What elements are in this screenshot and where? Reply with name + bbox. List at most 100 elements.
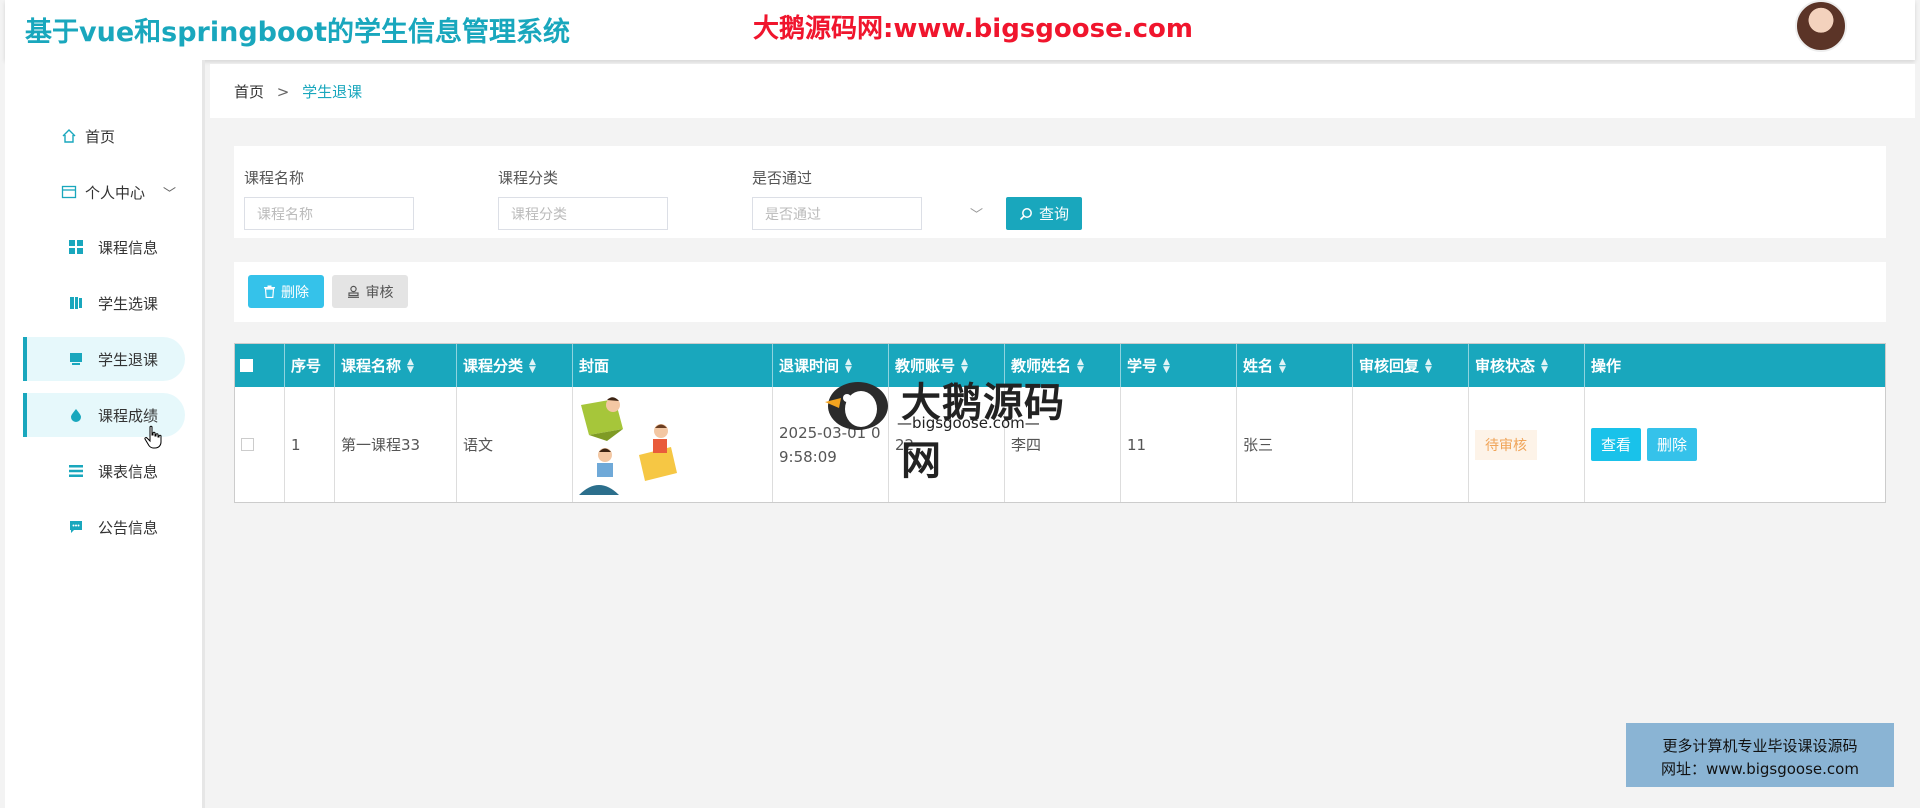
course-name-input[interactable]: 课程名称 — [244, 197, 414, 230]
cell-audit-status: 待审核 — [1469, 387, 1585, 502]
cell-course-name: 第一课程33 — [335, 387, 457, 502]
column-header-audit-reply[interactable]: 审核回复 ▲ ▼ — [1353, 344, 1469, 387]
cell-audit-reply — [1353, 387, 1469, 502]
drop-icon — [68, 407, 84, 423]
book-icon — [68, 295, 84, 311]
flag-icon — [68, 351, 84, 367]
profile-card-icon — [61, 184, 77, 200]
data-table: 序号 课程名称 ▲ ▼ 课程分类 ▲ ▼ 封面 退课时间 ▲ ▼ 教师账号 ▲ ▼ 教师姓名 ▲ ▼… — [234, 343, 1886, 503]
passed-label: 是否通过 — [752, 169, 813, 187]
sidebar-item-label: 个人中心 — [85, 183, 146, 202]
home-icon — [61, 128, 77, 144]
column-header-teacher-account[interactable]: 教师账号 ▲ ▼ — [889, 344, 1005, 387]
course-category-input[interactable]: 课程分类 — [498, 197, 668, 230]
sidebar-item-home[interactable]: 首页 — [23, 114, 185, 158]
sidebar: 首页 个人中心 ﹀ 课程信息 学生选课 学生退课 课程成绩 课表信息 公告信息 — [5, 60, 205, 808]
bulk-delete-button[interactable]: 删除 — [248, 275, 324, 308]
sidebar-item-label: 学生选课 — [98, 294, 159, 313]
search-panel: 课程名称 课程名称 课程分类 课程分类 是否通过 是否通过 ﹀ 查询 — [234, 146, 1886, 238]
sort-icon[interactable]: ▲ ▼ — [961, 357, 968, 374]
row-checkbox[interactable] — [241, 438, 254, 451]
select-all-checkbox-cell — [235, 344, 285, 387]
app-title: 基于vue和springboot的学生信息管理系统 — [25, 17, 570, 48]
passed-select[interactable]: 是否通过 — [752, 197, 922, 230]
grid-icon — [68, 239, 84, 255]
sidebar-item-label: 首页 — [85, 127, 116, 146]
column-header-course-name[interactable]: 课程名称 ▲ ▼ — [335, 344, 457, 387]
sidebar-item-timetable[interactable]: 课表信息 — [23, 449, 185, 493]
search-icon — [1019, 207, 1032, 220]
sort-icon[interactable]: ▲ ▼ — [1425, 357, 1432, 374]
row-checkbox-cell — [235, 387, 285, 502]
stamp-icon — [347, 285, 359, 298]
top-header: 基于vue和springboot的学生信息管理系统 大鹅源码网:www.bigs… — [5, 0, 1915, 60]
ad-line-1: 更多计算机专业毕设课设源码 — [1662, 737, 1858, 755]
sidebar-item-announcements[interactable]: 公告信息 — [23, 505, 185, 549]
sidebar-item-label: 课表信息 — [98, 462, 159, 481]
cell-course-category: 语文 — [457, 387, 573, 502]
watermark-title: 大鹅源码网:www.bigsgoose.com — [753, 14, 1193, 44]
cell-index: 1 — [285, 387, 335, 502]
cover-image[interactable] — [579, 395, 681, 495]
column-header-audit-status[interactable]: 审核状态 ▲ ▼ — [1469, 344, 1585, 387]
user-avatar[interactable] — [1795, 0, 1847, 52]
sidebar-item-label: 课程信息 — [98, 238, 159, 257]
cell-teacher-name: 李四 — [1005, 387, 1121, 502]
sort-icon[interactable]: ▲ ▼ — [1163, 357, 1170, 374]
column-header-student-name[interactable]: 姓名 ▲ ▼ — [1237, 344, 1353, 387]
chevron-down-icon[interactable]: ﹀ — [970, 204, 983, 223]
audit-button-label: 审核 — [365, 284, 394, 301]
table-header: 序号 课程名称 ▲ ▼ 课程分类 ▲ ▼ 封面 退课时间 ▲ ▼ 教师账号 ▲ ▼ 教师姓名 ▲ ▼… — [235, 344, 1885, 387]
breadcrumb-separator: > — [276, 83, 290, 101]
sort-icon[interactable]: ▲ ▼ — [845, 357, 852, 374]
cell-actions: 查看 删除 — [1585, 387, 1885, 502]
ad-box: 更多计算机专业毕设课设源码 网址：www.bigsgoose.com — [1626, 723, 1894, 787]
chat-icon — [68, 519, 84, 535]
action-panel: 删除 审核 — [234, 262, 1886, 322]
column-header-student-no[interactable]: 学号 ▲ ▼ — [1121, 344, 1237, 387]
cell-student-no: 11 — [1121, 387, 1237, 502]
sidebar-item-course-info[interactable]: 课程信息 — [23, 225, 185, 269]
sort-icon[interactable]: ▲ ▼ — [529, 357, 536, 374]
column-header-course-category[interactable]: 课程分类 ▲ ▼ — [457, 344, 573, 387]
status-badge: 待审核 — [1475, 429, 1537, 460]
sidebar-item-personal-center[interactable]: 个人中心 ﹀ — [23, 170, 185, 214]
query-button[interactable]: 查询 — [1006, 197, 1082, 230]
sort-icon[interactable]: ▲ ▼ — [1077, 357, 1084, 374]
column-header-actions: 操作 — [1591, 357, 1622, 375]
trash-icon — [264, 285, 275, 298]
breadcrumb-bar: 首页 > 学生退课 — [210, 64, 1915, 118]
column-header-index: 序号 — [285, 344, 335, 387]
sort-icon[interactable]: ▲ ▼ — [1279, 357, 1286, 374]
chevron-down-icon: ﹀ — [163, 186, 177, 202]
sidebar-item-label: 课程成绩 — [98, 406, 159, 425]
sidebar-item-course-selection[interactable]: 学生选课 — [23, 281, 185, 325]
table-row: 1 第一课程33 语文 2025-03-01 0 9:58:09 22 李四 1… — [235, 387, 1885, 502]
breadcrumb: 首页 > 学生退课 — [234, 81, 362, 102]
sort-icon[interactable]: ▲ ▼ — [407, 357, 414, 374]
breadcrumb-home[interactable]: 首页 — [234, 83, 264, 101]
view-button[interactable]: 查看 — [1591, 428, 1642, 461]
cell-teacher-account: 22 — [889, 387, 1005, 502]
bulk-delete-label: 删除 — [281, 284, 309, 301]
column-header-cover: 封面 — [573, 344, 773, 387]
sidebar-item-label: 公告信息 — [98, 518, 159, 537]
column-header-drop-time[interactable]: 退课时间 ▲ ▼ — [773, 344, 889, 387]
select-all-checkbox[interactable] — [240, 359, 253, 372]
cell-student-name: 张三 — [1237, 387, 1353, 502]
column-header-teacher-name[interactable]: 教师姓名 ▲ ▼ — [1005, 344, 1121, 387]
cell-drop-time: 2025-03-01 0 9:58:09 — [773, 387, 889, 502]
cell-cover — [573, 387, 773, 502]
list-icon — [68, 463, 84, 479]
sort-icon[interactable]: ▲ ▼ — [1541, 357, 1548, 374]
query-button-label: 查询 — [1038, 205, 1069, 223]
ad-line-2: 网址：www.bigsgoose.com — [1661, 760, 1859, 778]
course-name-label: 课程名称 — [244, 169, 305, 187]
mouse-cursor-icon — [144, 425, 162, 449]
audit-button[interactable]: 审核 — [332, 275, 408, 308]
sidebar-item-course-drop[interactable]: 学生退课 — [23, 337, 185, 381]
sidebar-item-label: 学生退课 — [98, 350, 159, 369]
row-delete-button[interactable]: 删除 — [1647, 428, 1698, 461]
breadcrumb-current: 学生退课 — [302, 83, 363, 101]
course-category-label: 课程分类 — [498, 169, 559, 187]
